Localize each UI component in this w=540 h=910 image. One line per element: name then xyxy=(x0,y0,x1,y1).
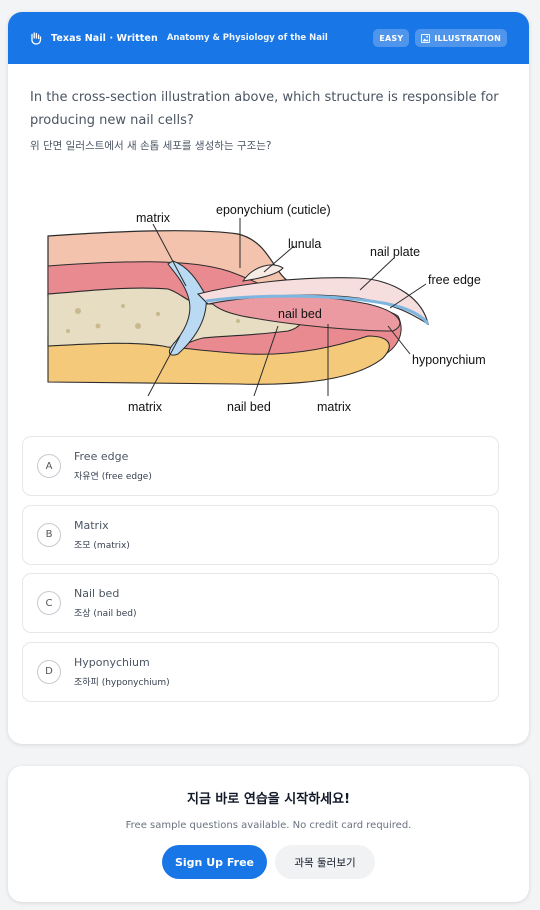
answer-options: A Free edge 자유연 (free edge) B Matrix 조모 … xyxy=(22,436,499,710)
label-lunula: lunula xyxy=(288,237,321,251)
option-label-en: Hyponychium xyxy=(74,655,150,669)
signup-cta-card: 지금 바로 연습을 시작하세요! Free sample questions a… xyxy=(8,766,529,902)
sign-up-button[interactable]: Sign Up Free xyxy=(162,845,267,879)
option-letter: D xyxy=(37,659,61,684)
browse-subjects-button[interactable]: 과목 둘러보기 xyxy=(275,845,375,879)
hand-icon xyxy=(28,30,44,46)
option-a[interactable]: A Free edge 자유연 (free edge) xyxy=(22,436,499,496)
label-nail-bed-inner: nail bed xyxy=(278,307,322,321)
option-label-ko: 조상 (nail bed) xyxy=(74,609,137,619)
option-label-en: Nail bed xyxy=(74,587,120,600)
label-free-edge: free edge xyxy=(428,273,481,287)
label-matrix-top: matrix xyxy=(136,211,171,225)
cta-title: 지금 바로 연습을 시작하세요! xyxy=(186,792,351,807)
card-header: Texas Nail · Written Anatomy & Physiolog… xyxy=(8,12,529,64)
option-c[interactable]: C Nail bed 조상 (nail bed) xyxy=(22,573,499,633)
label-matrix-bottom-left: matrix xyxy=(128,400,163,414)
label-nail-bed-bottom: nail bed xyxy=(227,400,271,414)
label-hyponychium: hyponychium xyxy=(412,353,486,367)
option-letter: A xyxy=(37,454,61,478)
option-d[interactable]: D Hyponychium 조하피 (hyponychium) xyxy=(22,641,499,702)
nail-cross-section-illustration: matrix eponychium (cuticle) lunula nail … xyxy=(47,203,486,414)
question-text-en: In the cross-section illustration above,… xyxy=(30,90,499,128)
question-text-ko: 위 단면 일러스트에서 새 손톱 세포를 생성하는 구조는? xyxy=(30,140,272,152)
label-eponychium: eponychium (cuticle) xyxy=(216,203,331,217)
type-badge-label: ILLUSTRATION xyxy=(434,33,501,43)
option-label-en: Free edge xyxy=(74,450,129,463)
image-icon xyxy=(421,33,431,43)
label-nail-plate: nail plate xyxy=(370,245,420,259)
option-label-en: Matrix xyxy=(74,518,109,532)
cta-subtitle: Free sample questions available. No cred… xyxy=(125,820,412,831)
option-b[interactable]: B Matrix 조모 (matrix) xyxy=(22,504,499,565)
brand-title: Texas Nail · Written xyxy=(51,32,158,44)
type-badge: ILLUSTRATION xyxy=(415,29,507,47)
question: In the cross-section illustration above,… xyxy=(30,86,500,153)
option-letter: B xyxy=(37,522,61,547)
topic-title: Anatomy & Physiology of the Nail xyxy=(166,33,328,43)
option-label-ko: 조하피 (hyponychium) xyxy=(74,677,170,688)
option-letter: C xyxy=(37,591,61,615)
option-label-ko: 조모 (matrix) xyxy=(74,540,130,551)
label-matrix-bottom-right: matrix xyxy=(317,400,352,414)
difficulty-badge: EASY xyxy=(373,29,410,47)
option-label-ko: 자유연 (free edge) xyxy=(74,472,152,482)
